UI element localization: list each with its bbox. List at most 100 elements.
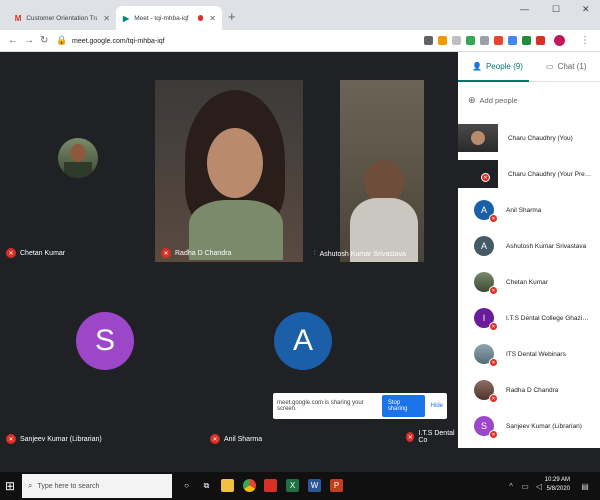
participant-tile[interactable]: ⦙ Ashutosh Kumar Srivastava xyxy=(308,80,458,262)
profile-avatar[interactable] xyxy=(554,35,565,46)
extension-icon[interactable] xyxy=(466,36,475,45)
video-feed xyxy=(340,80,424,262)
extension-icon[interactable] xyxy=(438,36,447,45)
url-field[interactable]: meet.google.com/tqi-mhba-iqf xyxy=(72,33,422,49)
people-icon: 👤 xyxy=(472,62,482,71)
tab-meet[interactable]: ▶ Meet - tqi-mhba-iqf ✕ xyxy=(116,6,222,30)
task-view-icon[interactable]: ⧉ xyxy=(200,479,213,492)
people-panel: 👤 People (9) ▭ Chat (1) ⊕ Add people Cha… xyxy=(458,52,600,448)
mic-off-icon: ✕ xyxy=(489,286,498,295)
add-people-button[interactable]: ⊕ Add people xyxy=(468,95,518,106)
recording-icon xyxy=(197,15,204,21)
mic-off-icon: ✕ xyxy=(489,358,498,367)
chat-icon: ▭ xyxy=(546,62,554,71)
hide-button[interactable]: Hide xyxy=(431,403,443,409)
extension-icon[interactable] xyxy=(494,36,503,45)
share-notice-text: meet.google.com is sharing your screen. xyxy=(277,400,364,412)
list-item[interactable]: ✕ Radha D Chandra xyxy=(458,372,600,408)
system-clock[interactable]: 10:29 AM 5/8/2020 xyxy=(545,476,570,494)
word-icon[interactable]: W xyxy=(308,479,321,492)
close-icon[interactable]: ✕ xyxy=(209,14,216,23)
person-name: Charu Chaudhry (You) xyxy=(508,134,573,142)
powerpoint-icon[interactable]: P xyxy=(330,479,343,492)
network-icon[interactable]: ▭ xyxy=(520,480,530,493)
tab-people[interactable]: 👤 People (9) xyxy=(472,62,523,71)
participant-tile[interactable]: ✕ Chetan Kumar xyxy=(0,80,150,262)
back-icon[interactable]: ← xyxy=(8,35,18,46)
close-window-icon[interactable]: ✕ xyxy=(582,4,590,15)
participant-tile[interactable]: ✕ Radha D Chandra xyxy=(155,80,303,262)
reload-icon[interactable]: ↻ xyxy=(40,35,48,46)
cortana-icon[interactable]: ○ xyxy=(180,479,193,492)
add-people-label: Add people xyxy=(479,96,518,105)
maximize-icon[interactable]: ☐ xyxy=(552,4,560,15)
tile-label: ⦙ Ashutosh Kumar Srivastava xyxy=(314,250,406,258)
participant-tile[interactable]: ✕ I.T.S Dental Co xyxy=(400,262,458,448)
mic-off-icon: ✕ xyxy=(489,394,498,403)
avatar: I ✕ xyxy=(474,308,498,331)
mic-off-icon: ✕ xyxy=(489,214,498,223)
list-item[interactable]: ✕ Charu Chaudhry (Your Present... xyxy=(458,156,600,192)
new-tab-button[interactable]: + xyxy=(228,9,236,24)
list-item[interactable]: A Ashutosh Kumar Srivastava xyxy=(458,228,600,264)
add-person-icon: ⊕ xyxy=(468,95,476,105)
screen-share-notice: meet.google.com is sharing your screen. … xyxy=(273,393,447,419)
participant-tile[interactable]: A ✕ Anil Sharma xyxy=(204,262,400,448)
mic-off-icon: ✕ xyxy=(161,248,171,258)
meet-icon: ▶ xyxy=(123,13,130,23)
list-item[interactable]: S ✕ Sanjeev Kumar (Librarian) xyxy=(458,408,600,444)
tab-label: Chat (1) xyxy=(557,62,587,71)
extension-icon[interactable] xyxy=(480,36,489,45)
excel-icon[interactable]: X xyxy=(286,479,299,492)
close-icon[interactable]: ✕ xyxy=(103,14,110,23)
tile-label: ✕ Sanjeev Kumar (Librarian) xyxy=(6,434,102,444)
extension-icon[interactable] xyxy=(522,36,531,45)
person-name: I.T.S Dental College Ghaziabad xyxy=(506,314,590,322)
pdf-icon[interactable] xyxy=(264,479,277,492)
tab-gmail[interactable]: M Customer Orientation Training S ✕ xyxy=(8,6,116,30)
extension-icon[interactable] xyxy=(536,36,545,45)
participant-name: I.T.S Dental Co xyxy=(418,430,455,444)
avatar xyxy=(458,124,498,152)
person-name: Anil Sharma xyxy=(506,206,542,214)
avatar: A xyxy=(274,312,332,370)
list-item[interactable]: Charu Chaudhry (You) xyxy=(458,120,600,156)
windows-start-icon[interactable]: ⊞ xyxy=(5,479,15,493)
minimize-icon[interactable]: — xyxy=(520,4,529,14)
file-explorer-icon[interactable] xyxy=(221,479,234,492)
camera-icon[interactable] xyxy=(424,36,433,45)
participant-tile[interactable]: S ✕ Sanjeev Kumar (Librarian) xyxy=(0,262,210,448)
tab-chat[interactable]: ▭ Chat (1) xyxy=(546,62,586,71)
notifications-icon[interactable]: ▤ xyxy=(580,480,590,493)
participant-name: Anil Sharma xyxy=(224,435,263,443)
forward-icon[interactable]: → xyxy=(24,35,34,46)
star-icon[interactable] xyxy=(452,36,461,45)
volume-icon[interactable]: ◁ xyxy=(534,480,544,493)
list-item[interactable]: ✕ Chetan Kumar xyxy=(458,264,600,300)
mic-off-icon: ✕ xyxy=(489,322,498,331)
person-name: Ashutosh Kumar Srivastava xyxy=(506,242,587,250)
mic-off-icon: ✕ xyxy=(489,430,498,439)
list-item[interactable]: ✕ ITS Dental Webinars xyxy=(458,336,600,372)
list-item[interactable]: I ✕ I.T.S Dental College Ghaziabad xyxy=(458,300,600,336)
tray-chevron-icon[interactable]: ^ xyxy=(506,480,516,493)
extension-icon[interactable] xyxy=(508,36,517,45)
mic-off-icon: ✕ xyxy=(6,248,16,258)
avatar: S ✕ xyxy=(474,416,498,439)
avatar: S xyxy=(76,312,134,370)
participant-name: Chetan Kumar xyxy=(20,249,66,257)
stop-sharing-button[interactable]: Stop sharing xyxy=(381,395,425,417)
avatar: ✕ xyxy=(474,380,498,403)
tab-label: People (9) xyxy=(485,62,523,71)
list-item[interactable]: A ✕ Anil Sharma xyxy=(458,192,600,228)
active-tab-indicator xyxy=(458,80,529,82)
taskbar-search-input[interactable]: ⌕ Type here to search xyxy=(22,474,172,498)
chrome-icon[interactable] xyxy=(243,479,256,492)
tab-title: Customer Orientation Training S xyxy=(26,14,97,22)
search-icon: ⌕ xyxy=(28,481,33,490)
menu-icon[interactable]: ⋮ xyxy=(580,35,590,46)
url-text: meet.google.com/tqi-mhba-iqf xyxy=(72,37,165,45)
meeting-stage: ✕ Chetan Kumar ✕ Radha D Chandra ⦙ Ashut… xyxy=(0,52,458,448)
tile-label: ✕ I.T.S Dental Co xyxy=(406,430,458,444)
tile-label: ✕ Anil Sharma xyxy=(210,434,262,444)
